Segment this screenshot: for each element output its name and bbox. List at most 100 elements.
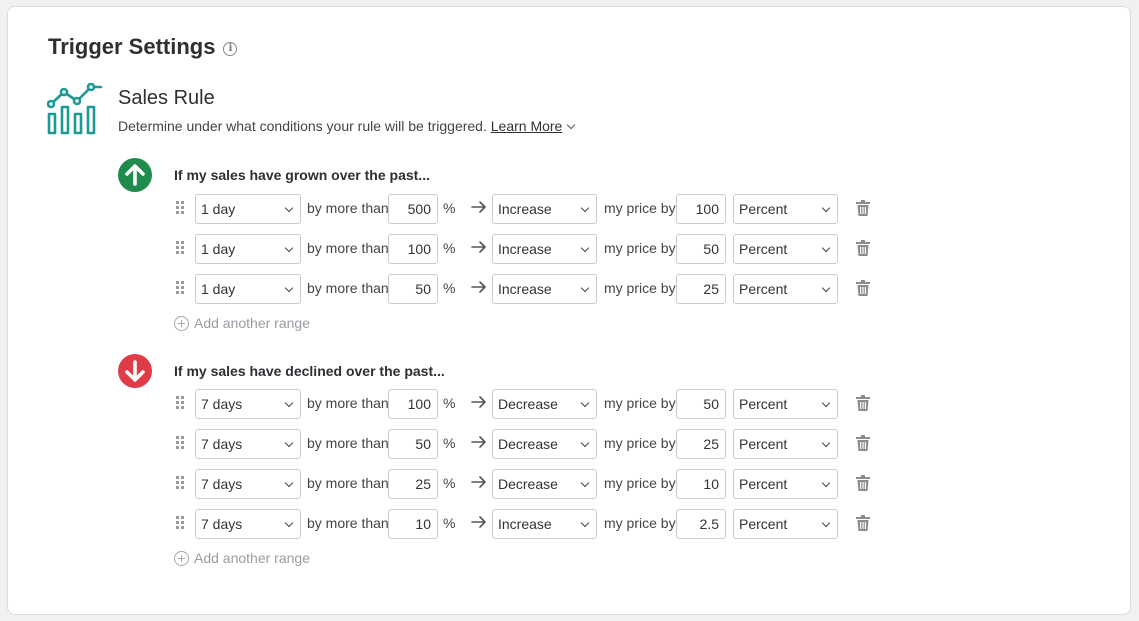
- unit-select[interactable]: Percent: [733, 389, 838, 419]
- threshold-input[interactable]: 10: [388, 509, 438, 539]
- drag-handle-icon[interactable]: [176, 241, 186, 255]
- action-select[interactable]: Decrease: [492, 469, 597, 499]
- threshold-input[interactable]: 50: [388, 274, 438, 304]
- percent-label: %: [443, 475, 456, 491]
- arrow-down-icon: [118, 354, 152, 388]
- unit-select[interactable]: Percent: [733, 274, 838, 304]
- my-price-by-label: my price by: [604, 475, 676, 491]
- period-select[interactable]: 7 days: [195, 509, 301, 539]
- period-value: 1 day: [201, 281, 236, 297]
- trash-icon[interactable]: [856, 475, 870, 491]
- action-select[interactable]: Increase: [492, 194, 597, 224]
- amount-input[interactable]: 2.5: [676, 509, 726, 539]
- range-row: 7 days by more than 50% Decrease my price by…: [174, 429, 894, 459]
- period-value: 7 days: [201, 436, 243, 452]
- amount-input[interactable]: 25: [676, 429, 726, 459]
- trash-icon[interactable]: [856, 280, 870, 296]
- arrow-right-icon: [471, 201, 486, 213]
- action-select[interactable]: Decrease: [492, 389, 597, 419]
- rule-description: Determine under what conditions your rul…: [118, 118, 576, 134]
- add-range-button-grown[interactable]: Add another range: [174, 315, 310, 331]
- chevron-down-icon: [580, 283, 590, 293]
- period-value: 7 days: [201, 396, 243, 412]
- chevron-down-icon: [284, 243, 294, 253]
- period-select[interactable]: 1 day: [195, 274, 301, 304]
- period-select[interactable]: 1 day: [195, 194, 301, 224]
- amount-input[interactable]: 25: [676, 274, 726, 304]
- percent-label: %: [443, 395, 456, 411]
- period-select[interactable]: 7 days: [195, 429, 301, 459]
- action-select[interactable]: Increase: [492, 274, 597, 304]
- trash-icon[interactable]: [856, 435, 870, 451]
- learn-more-link[interactable]: Learn More: [491, 118, 563, 134]
- threshold-input[interactable]: 50: [388, 429, 438, 459]
- threshold-input[interactable]: 100: [388, 389, 438, 419]
- arrow-right-icon: [471, 516, 486, 528]
- chevron-down-icon[interactable]: [567, 120, 576, 130]
- arrow-right-icon: [471, 281, 486, 293]
- chevron-down-icon: [284, 438, 294, 448]
- action-value: Decrease: [498, 476, 558, 492]
- my-price-by-label: my price by: [604, 240, 676, 256]
- action-select[interactable]: Decrease: [492, 429, 597, 459]
- period-value: 7 days: [201, 516, 243, 532]
- threshold-input[interactable]: 25: [388, 469, 438, 499]
- info-icon[interactable]: i: [223, 42, 238, 56]
- my-price-by-label: my price by: [604, 515, 676, 531]
- trash-icon[interactable]: [856, 515, 870, 531]
- by-more-than-label: by more than: [307, 280, 389, 296]
- range-row: 7 days by more than 10% Increase my price by…: [174, 509, 894, 539]
- chevron-down-icon: [580, 518, 590, 528]
- add-range-label: Add another range: [194, 315, 310, 331]
- grown-heading: If my sales have grown over the past...: [174, 167, 430, 183]
- chevron-down-icon: [821, 283, 831, 293]
- range-row: 1 day by more than 50% Increase my price by 2…: [174, 274, 894, 304]
- trash-icon[interactable]: [856, 200, 870, 216]
- range-row: 7 days by more than 100% Decrease my price b…: [174, 389, 894, 419]
- unit-select[interactable]: Percent: [733, 194, 838, 224]
- unit-select[interactable]: Percent: [733, 234, 838, 264]
- arrow-right-icon: [471, 476, 486, 488]
- action-value: Increase: [498, 281, 552, 297]
- threshold-input[interactable]: 100: [388, 234, 438, 264]
- trash-icon[interactable]: [856, 395, 870, 411]
- period-select[interactable]: 7 days: [195, 469, 301, 499]
- amount-input[interactable]: 100: [676, 194, 726, 224]
- amount-input[interactable]: 50: [676, 389, 726, 419]
- drag-handle-icon[interactable]: [176, 396, 186, 410]
- drag-handle-icon[interactable]: [176, 436, 186, 450]
- arrow-right-icon: [471, 241, 486, 253]
- amount-input[interactable]: 10: [676, 469, 726, 499]
- arrow-right-icon: [471, 436, 486, 448]
- add-range-button-declined[interactable]: Add another range: [174, 550, 310, 566]
- drag-handle-icon[interactable]: [176, 516, 186, 530]
- threshold-input[interactable]: 500: [388, 194, 438, 224]
- unit-value: Percent: [739, 281, 788, 297]
- drag-handle-icon[interactable]: [176, 476, 186, 490]
- period-value: 1 day: [201, 241, 236, 257]
- chevron-down-icon: [284, 203, 294, 213]
- arrow-right-icon: [471, 396, 486, 408]
- chevron-down-icon: [821, 203, 831, 213]
- action-select[interactable]: Increase: [492, 509, 597, 539]
- page-title-text: Trigger Settings: [48, 34, 216, 59]
- action-select[interactable]: Increase: [492, 234, 597, 264]
- drag-handle-icon[interactable]: [176, 281, 186, 295]
- period-select[interactable]: 7 days: [195, 389, 301, 419]
- page-title: Trigger Settings i: [48, 34, 238, 60]
- unit-select[interactable]: Percent: [733, 429, 838, 459]
- drag-handle-icon[interactable]: [176, 201, 186, 215]
- chevron-down-icon: [284, 518, 294, 528]
- chevron-down-icon: [821, 478, 831, 488]
- chevron-down-icon: [284, 398, 294, 408]
- period-select[interactable]: 1 day: [195, 234, 301, 264]
- add-circle-icon: [174, 315, 189, 331]
- action-value: Increase: [498, 201, 552, 217]
- unit-select[interactable]: Percent: [733, 469, 838, 499]
- by-more-than-label: by more than: [307, 240, 389, 256]
- range-row: 7 days by more than 25% Decrease my price by…: [174, 469, 894, 499]
- trash-icon[interactable]: [856, 240, 870, 256]
- chevron-down-icon: [821, 398, 831, 408]
- amount-input[interactable]: 50: [676, 234, 726, 264]
- unit-select[interactable]: Percent: [733, 509, 838, 539]
